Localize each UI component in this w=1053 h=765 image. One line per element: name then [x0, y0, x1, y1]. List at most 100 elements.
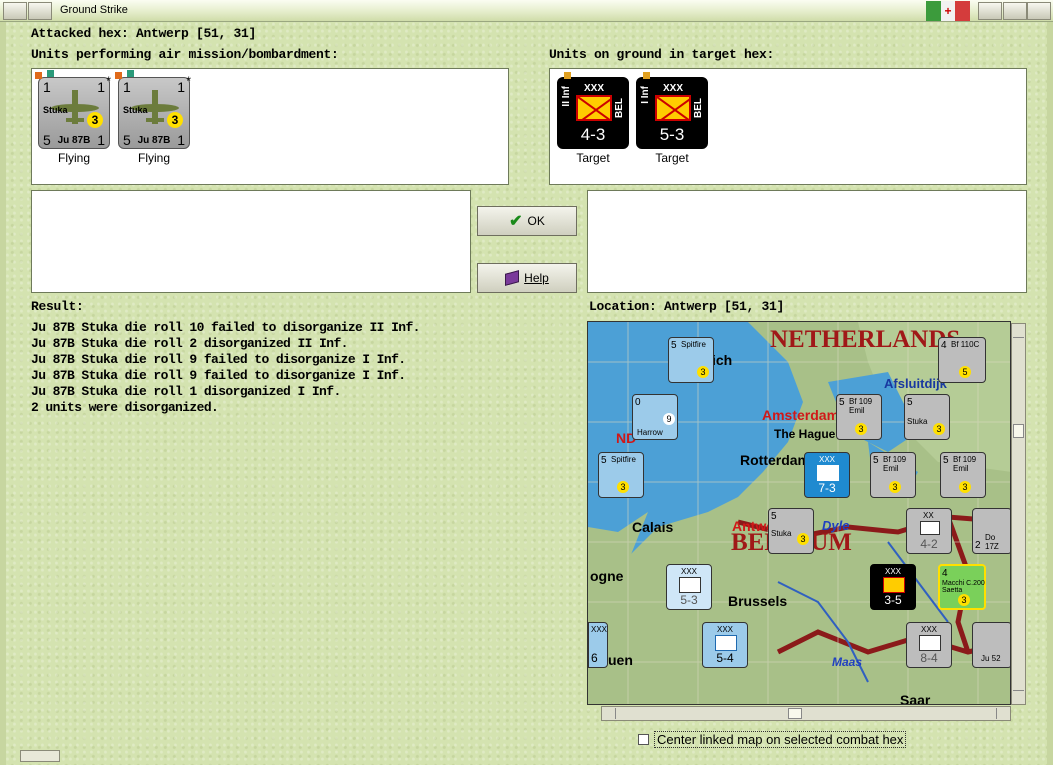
- linked-map[interactable]: NETHERLANDS BELGIUM Amsterdam The Hague …: [587, 321, 1011, 705]
- window-restore-button[interactable]: [28, 2, 52, 20]
- window-maximize-button[interactable]: [1003, 2, 1027, 20]
- result-line: Ju 87B Stuka die roll 9 failed to disorg…: [31, 368, 406, 383]
- map-unit-counter[interactable]: 5 Stuka 3: [768, 508, 814, 554]
- attacked-hex-label: Attacked hex: Antwerp [51, 31]: [31, 26, 257, 41]
- map-horizontal-scrollbar[interactable]: [601, 706, 1011, 721]
- scroll-up-icon[interactable]: [1013, 324, 1024, 338]
- map-counter-name: Harrow: [637, 428, 663, 437]
- scroll-right-icon[interactable]: [996, 708, 1010, 719]
- unit-star: *: [106, 74, 111, 88]
- unit-defense: 1: [97, 132, 105, 148]
- resize-grip[interactable]: [20, 750, 60, 762]
- center-map-checkbox[interactable]: [638, 734, 649, 745]
- ground-units-panel: II Inf XXX BEL 4-3 Target I Inf XXX BEL …: [549, 68, 1027, 185]
- map-counter-value: 2: [975, 540, 981, 551]
- ground-units-label: Units on ground in target hex:: [549, 47, 775, 62]
- air-unit-counter[interactable]: 1 1 * Stuka 3 5 Ju 87B 1: [35, 70, 111, 149]
- window-close-button[interactable]: [1027, 2, 1051, 20]
- map-label-brussels: Brussels: [728, 593, 788, 609]
- map-counter-name: Stuka: [907, 417, 928, 426]
- map-counter-value: 5: [839, 397, 845, 408]
- unit-status: Target: [576, 151, 610, 165]
- unit-nation: BEL: [614, 98, 625, 118]
- map-unit-counter[interactable]: 5 Bf 109 Emil 3: [836, 394, 882, 440]
- map-unit-counter[interactable]: XXX 8-4: [906, 622, 952, 668]
- map-unit-counter[interactable]: 5 Spitfire 3: [598, 452, 644, 498]
- map-counter-name: Spitfire: [681, 340, 706, 349]
- unit-status: Flying: [137, 151, 170, 165]
- map-unit-counter[interactable]: XXX 5-3: [666, 564, 712, 610]
- map-counter-value: 5: [771, 511, 777, 522]
- scroll-thumb[interactable]: [788, 708, 802, 719]
- map-counter-badge: 3: [933, 423, 945, 435]
- infantry-symbol-icon: [655, 95, 691, 121]
- map-label-ogne: ogne: [590, 568, 624, 584]
- map-counter-value: 3-5: [884, 593, 902, 607]
- map-counter-name: Bf 109 Emil: [849, 397, 873, 415]
- map-vertical-scrollbar[interactable]: [1011, 323, 1026, 705]
- ground-unit-card[interactable]: I Inf XXX BEL 5-3 Target: [633, 72, 711, 165]
- infantry-symbol-icon: [576, 95, 612, 121]
- ground-unit-counter[interactable]: I Inf XXX BEL 5-3: [636, 72, 708, 149]
- unit-star: *: [186, 74, 191, 88]
- map-unit-counter-selected[interactable]: XXX 3-5: [870, 564, 916, 610]
- map-counter-badge: 3: [855, 423, 867, 435]
- air-unit-card[interactable]: 1 1 * Stuka 3 5 Ju 87B 1 Flying: [115, 70, 193, 165]
- map-counter-value: 8-4: [920, 651, 938, 665]
- help-button-label: Help: [524, 271, 549, 285]
- map-unit-counter[interactable]: 5 Stuka 3: [904, 394, 950, 440]
- unit-badge: 3: [87, 112, 103, 128]
- map-counter-badge: 3: [797, 533, 809, 545]
- map-label-maas: Maas: [832, 655, 863, 669]
- map-counter-badge: 3: [959, 481, 971, 493]
- scroll-thumb[interactable]: [1013, 424, 1024, 438]
- map-unit-counter[interactable]: 0 Harrow 9: [632, 394, 678, 440]
- unit-name: Stuka: [43, 105, 68, 115]
- map-unit-counter[interactable]: 4 Macchi C.200 Saetta 3: [938, 564, 986, 610]
- window-minimize-button[interactable]: [978, 2, 1002, 20]
- ground-unit-card[interactable]: II Inf XXX BEL 4-3 Target: [554, 72, 632, 165]
- map-unit-counter[interactable]: 5 Bf 109 Emil 3: [940, 452, 986, 498]
- unit-symbol-icon: [920, 521, 940, 535]
- help-book-icon: [505, 270, 520, 286]
- unit-strength: 5-3: [659, 125, 685, 144]
- map-unit-counter[interactable]: XXX 5-4: [702, 622, 748, 668]
- map-counter-badge: 3: [889, 481, 901, 493]
- air-unit-counter[interactable]: 1 1 * Stuka 3 5 Ju 87B 1: [115, 70, 191, 149]
- infantry-symbol-icon: [715, 635, 737, 651]
- window-menu-button[interactable]: [3, 2, 27, 20]
- unit-size: XXX: [584, 83, 605, 94]
- ok-button[interactable]: ✔ OK: [477, 206, 577, 236]
- map-label-netherlands: NETHERLANDS: [770, 326, 961, 353]
- status-marker-icon: [643, 72, 650, 79]
- unit-name: I Inf: [640, 86, 651, 104]
- map-counter-name: Ju 52: [981, 654, 1001, 663]
- map-label-rotterdam: Rotterdam: [740, 452, 811, 468]
- scroll-down-icon[interactable]: [1013, 690, 1024, 704]
- map-counter-value: 4: [941, 340, 947, 351]
- map-unit-counter[interactable]: XXX 6: [588, 622, 608, 668]
- map-counter-name: XXX: [591, 625, 608, 634]
- map-counter-value: 5: [671, 340, 677, 351]
- ok-button-label: OK: [527, 214, 545, 228]
- ground-details-panel: [587, 190, 1027, 293]
- scroll-left-icon[interactable]: [602, 708, 616, 719]
- map-unit-counter[interactable]: 5 Spitfire 3: [668, 337, 714, 383]
- air-units-label: Units performing air mission/bombardment…: [31, 47, 339, 62]
- status-marker-icon: [127, 70, 134, 77]
- map-counter-name: Spitfire: [611, 455, 636, 464]
- map-counter-value: 6: [591, 651, 598, 665]
- unit-size: XXX: [663, 83, 684, 94]
- result-line: Ju 87B Stuka die roll 2 disorganized II …: [31, 336, 348, 351]
- help-button[interactable]: Help: [477, 263, 577, 293]
- ground-unit-counter[interactable]: II Inf XXX BEL 4-3: [557, 72, 629, 149]
- center-map-option[interactable]: Center linked map on selected combat hex: [638, 731, 907, 748]
- map-unit-counter[interactable]: 5 Bf 109 Emil 3: [870, 452, 916, 498]
- map-unit-counter[interactable]: XXX 7-3: [804, 452, 850, 498]
- map-unit-counter[interactable]: 4 Bf 110C 5: [938, 337, 986, 383]
- map-unit-counter[interactable]: Ju 52: [972, 622, 1010, 668]
- air-unit-card[interactable]: 1 1 * Stuka 3 5 Ju 87B 1 Flying: [35, 70, 113, 165]
- map-unit-counter[interactable]: 2 Do 17Z: [972, 508, 1010, 554]
- unit-strength: 4-3: [580, 125, 606, 144]
- map-unit-counter[interactable]: XX 4-2: [906, 508, 952, 554]
